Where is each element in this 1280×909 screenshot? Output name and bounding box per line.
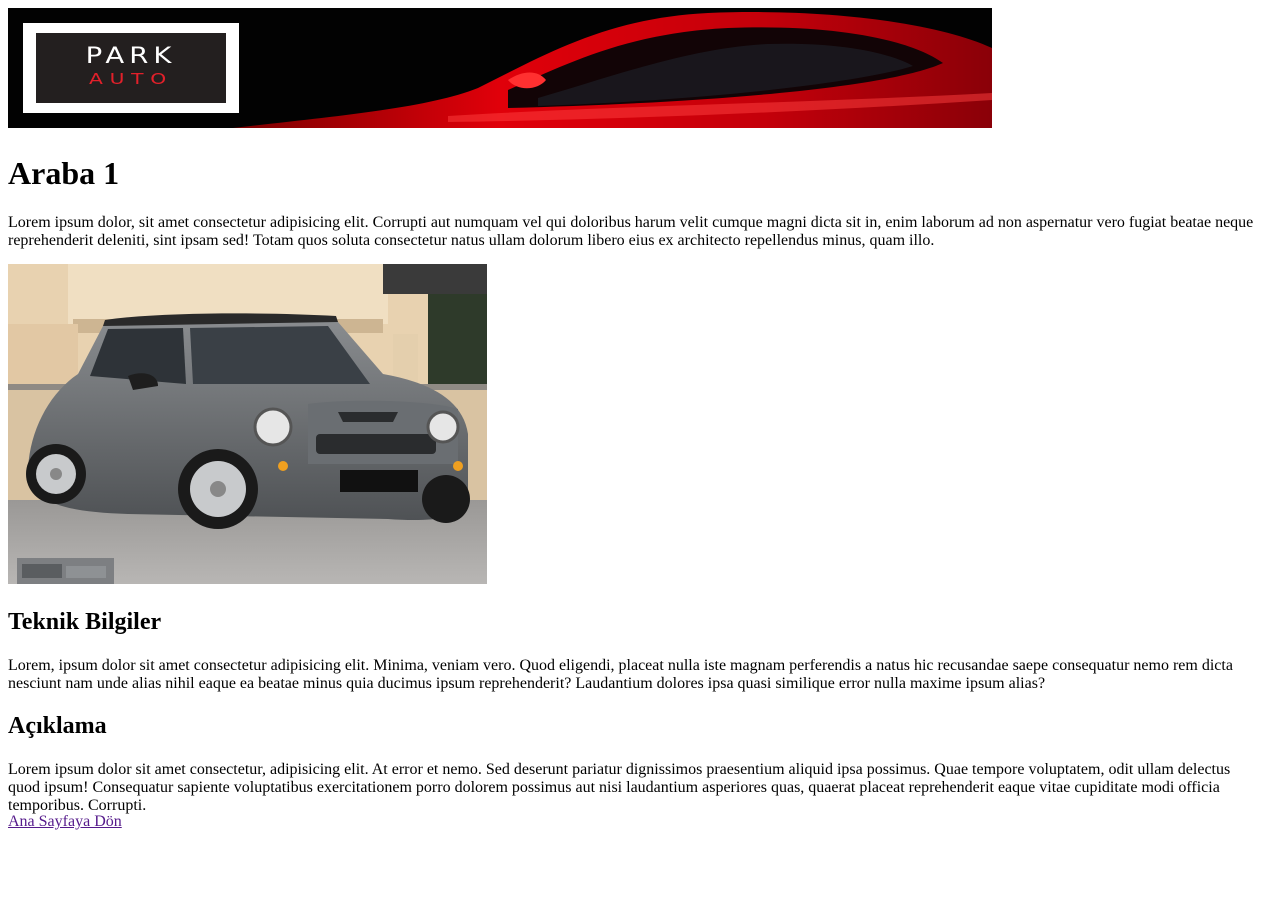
- page-title: Araba 1: [8, 155, 120, 191]
- header-banner: PARK AUTO: [8, 8, 992, 128]
- car-photo-icon: [8, 264, 487, 584]
- car-photo: [8, 264, 487, 584]
- page-content: PARK AUTO Araba 1 Lorem ipsum dolor, sit…: [8, 8, 1264, 830]
- back-to-home-link[interactable]: Ana Sayfaya Dön: [8, 813, 122, 831]
- logo-text-auto: AUTO: [89, 70, 173, 88]
- section-heading-technical: Teknik Bilgiler: [8, 609, 162, 635]
- section-body-description: Lorem ipsum dolor sit amet consectetur, …: [8, 761, 1231, 814]
- logo-text-park: PARK: [85, 44, 177, 69]
- park-auto-logo[interactable]: PARK AUTO: [23, 23, 239, 113]
- logo-plate: PARK AUTO: [36, 33, 226, 103]
- intro-paragraph: Lorem ipsum dolor, sit amet consectetur …: [8, 214, 1254, 249]
- section-body-technical: Lorem, ipsum dolor sit amet consectetur …: [8, 657, 1233, 692]
- section-heading-description: Açıklama: [8, 713, 107, 739]
